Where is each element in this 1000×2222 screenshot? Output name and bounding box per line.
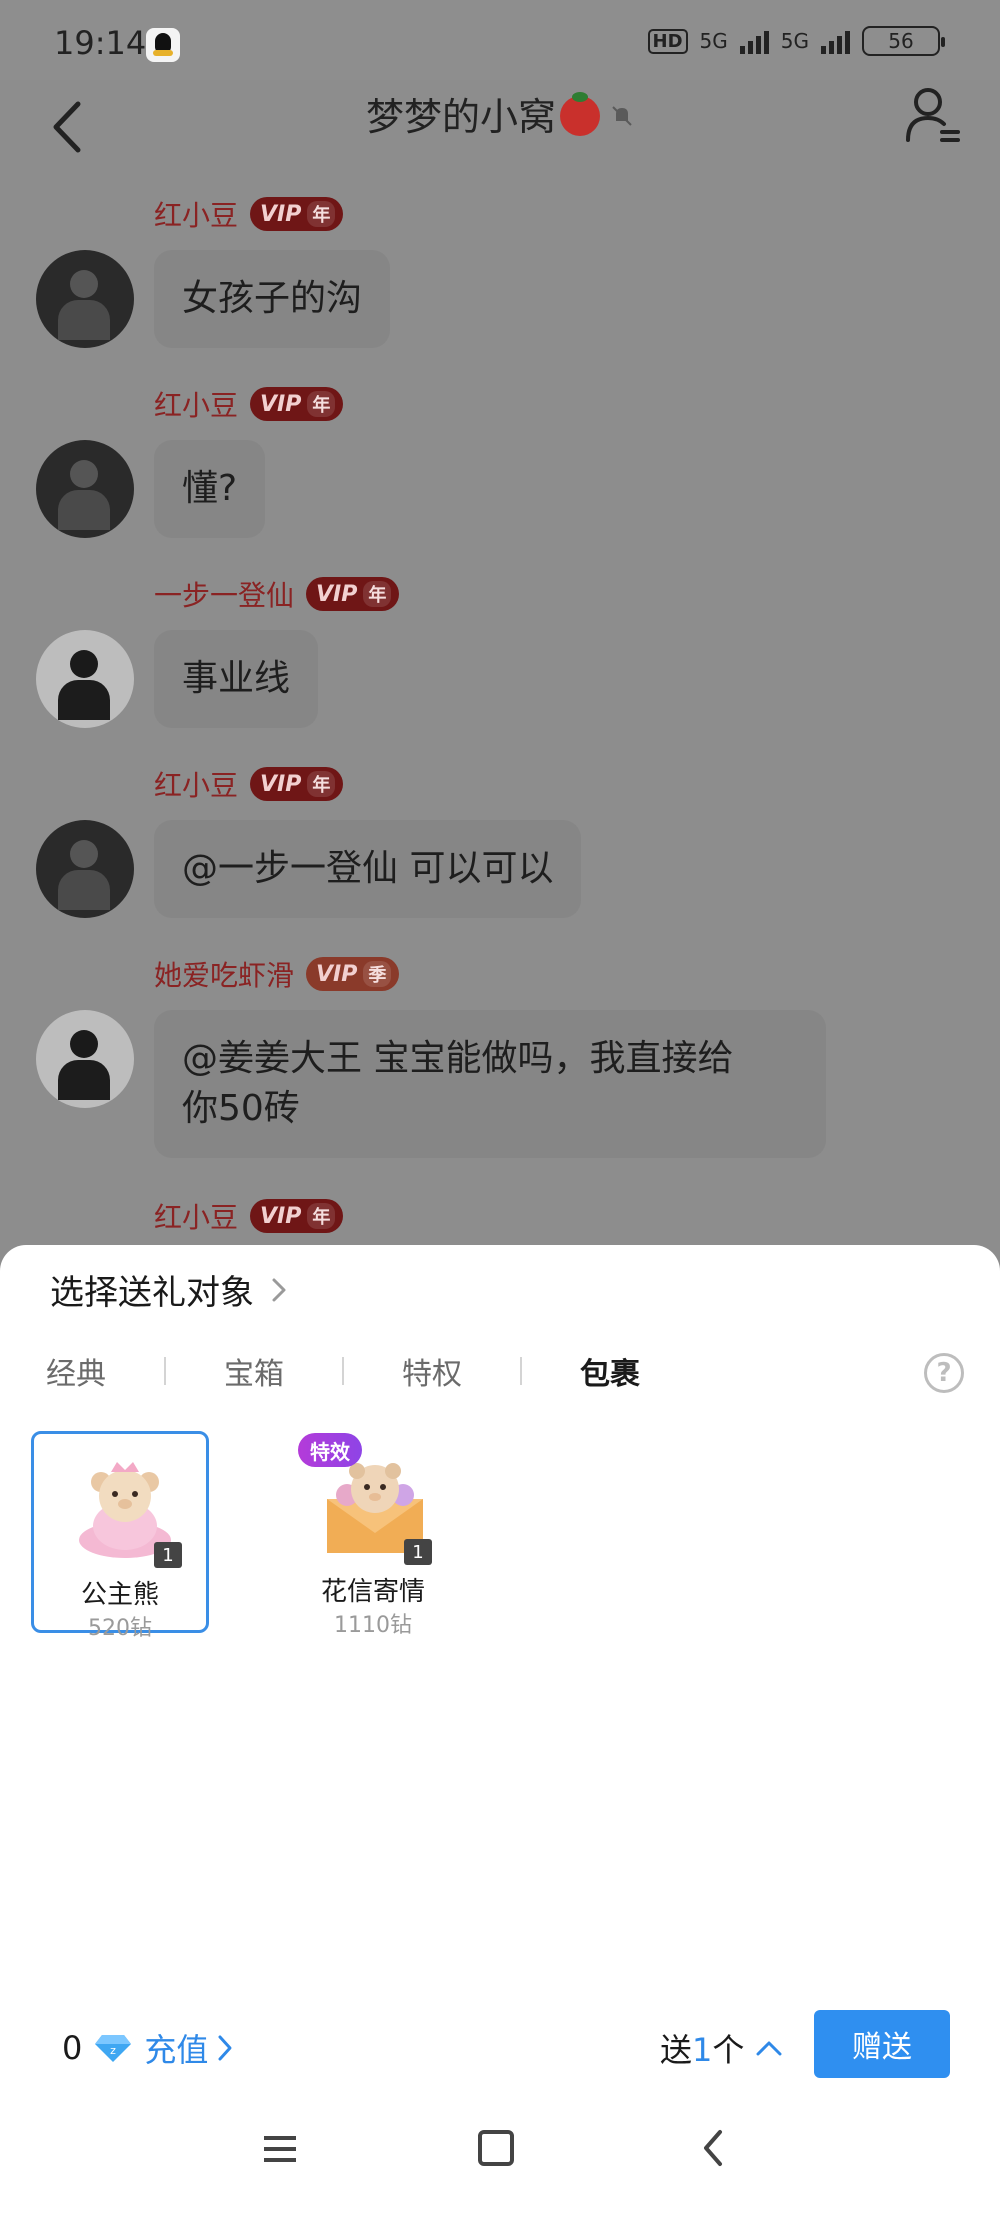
gift-name: 公主熊 <box>80 1580 159 1610</box>
help-icon[interactable]: ? <box>924 1353 964 1393</box>
send-quantity-selector[interactable]: 送1个 <box>660 2025 784 2071</box>
message-line: @姜姜大王 宝宝能做吗，我直接给 <box>182 1038 734 1079</box>
tomato-emoji-icon <box>560 92 600 136</box>
tab-backpack[interactable]: 包裹 <box>580 1349 640 1393</box>
tab-treasure-box[interactable]: 宝箱 <box>224 1349 284 1393</box>
vip-badge: VIP 年 <box>306 577 400 611</box>
tab-classic[interactable]: 经典 <box>46 1349 106 1393</box>
chat-title: 梦梦的小窝 <box>0 86 1000 141</box>
system-navigation-bar <box>0 2100 1000 2222</box>
sender-nickname[interactable]: 红小豆 <box>154 764 238 804</box>
vip-badge: VIP 年 <box>250 387 344 421</box>
special-effect-badge: 特效 <box>298 1433 362 1467</box>
gift-name: 花信寄情 <box>320 1577 425 1607</box>
gift-count-badge: 1 <box>154 1542 182 1568</box>
chevron-up-icon <box>756 2041 782 2056</box>
avatar[interactable] <box>36 820 134 918</box>
network-label-2: 5G <box>780 29 809 53</box>
diamond-icon: z <box>95 2035 132 2062</box>
group-members-icon[interactable] <box>904 84 962 144</box>
gift-item-princess-bear[interactable]: 1 公主熊 520钻 <box>31 1431 209 1641</box>
diamond-balance: 0 z 充值 <box>62 2025 234 2071</box>
vip-badge: VIP 年 <box>250 767 344 801</box>
signal-icon <box>739 28 769 54</box>
chat-title-text: 梦梦的小窝 <box>365 95 556 139</box>
qq-notification-icon <box>146 28 180 62</box>
chat-header: 梦梦的小窝 <box>0 80 1000 200</box>
gift-item-flower-letter[interactable]: 特效 1 花信寄情 1110钻 <box>284 1431 462 1638</box>
battery-icon: 56 <box>862 26 945 56</box>
vip-badge: VIP 年 <box>250 1199 344 1233</box>
gift-panel: 选择送礼对象 经典 宝箱 特权 包裹 ? 1 公主熊 520钻 特效 1 花信寄… <box>0 1245 1000 2222</box>
system-back-icon[interactable] <box>700 2128 726 2168</box>
network-label-1: 5G <box>699 29 728 53</box>
select-recipient-button[interactable]: 选择送礼对象 <box>50 1265 290 1314</box>
hd-icon: HD <box>647 28 688 54</box>
avatar[interactable] <box>36 250 134 348</box>
tab-privilege[interactable]: 特权 <box>402 1349 462 1393</box>
home-icon[interactable] <box>478 2130 514 2166</box>
muted-bell-icon <box>612 106 632 126</box>
tab-divider <box>164 1357 166 1385</box>
sender-nickname[interactable]: 一步一登仙 <box>154 574 294 614</box>
gift-send-button[interactable]: 赠送 <box>814 2010 950 2078</box>
sender-nickname[interactable]: 红小豆 <box>154 384 238 424</box>
send-prefix: 送 <box>660 2031 693 2069</box>
gift-price: 1110钻 <box>334 1613 412 1638</box>
recharge-label: 充值 <box>144 2031 209 2069</box>
gift-tabs: 经典 宝箱 特权 包裹 <box>46 1349 640 1393</box>
message-bubble[interactable]: 女孩子的沟 <box>154 250 391 348</box>
vip-badge: VIP 年 <box>250 197 344 231</box>
avatar[interactable] <box>36 440 134 538</box>
tab-divider <box>520 1357 522 1385</box>
message-bubble[interactable]: 事业线 <box>154 630 319 728</box>
send-suffix: 个 <box>712 2031 745 2069</box>
svg-text:z: z <box>110 2044 116 2057</box>
status-indicators: HD 5G 5G 56 <box>647 26 945 56</box>
message-bubble[interactable]: @姜姜大王 宝宝能做吗，我直接给 你50砖 <box>154 1010 826 1158</box>
vip-badge: VIP 季 <box>306 957 400 991</box>
recent-apps-icon[interactable] <box>262 2134 298 2164</box>
status-time: 19:14 <box>54 24 147 62</box>
gift-price: 520钻 <box>88 1616 152 1641</box>
recharge-button[interactable]: 充值 <box>144 2025 234 2071</box>
chevron-right-icon <box>218 2035 232 2061</box>
tab-divider <box>342 1357 344 1385</box>
status-bar: 19:14 HD 5G 5G 56 <box>0 0 1000 80</box>
balance-value: 0 <box>62 2029 83 2067</box>
sender-nickname[interactable]: 红小豆 <box>154 194 238 234</box>
gift-count-badge: 1 <box>404 1539 432 1565</box>
send-quantity: 1 <box>692 2031 713 2069</box>
sender-nickname[interactable]: 红小豆 <box>154 1196 238 1236</box>
avatar[interactable] <box>36 1010 134 1108</box>
sender-nickname[interactable]: 她爱吃虾滑 <box>154 954 294 994</box>
signal-icon <box>821 28 850 54</box>
avatar[interactable] <box>36 630 134 728</box>
recipient-label: 选择送礼对象 <box>50 1273 254 1313</box>
battery-level: 56 <box>888 29 914 53</box>
message-line: 你50砖 <box>182 1088 300 1129</box>
message-bubble[interactable]: 懂? <box>154 440 266 538</box>
message-bubble[interactable]: @一步一登仙 可以可以 <box>154 820 582 918</box>
chevron-right-icon <box>272 1278 286 1301</box>
